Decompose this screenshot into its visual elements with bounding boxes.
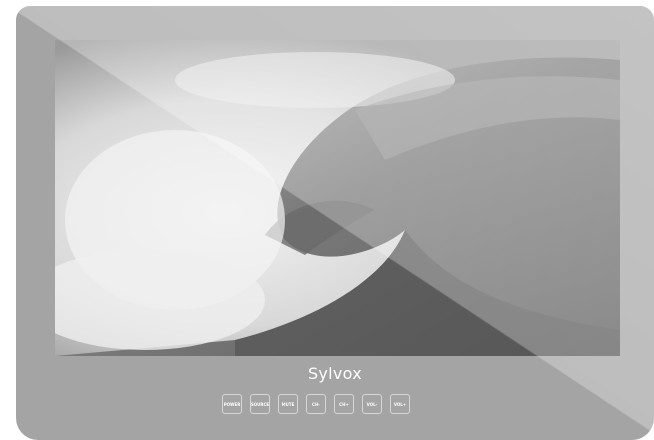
tv-screen xyxy=(55,40,620,356)
brand-logo: Sylvox xyxy=(307,364,363,383)
source-button[interactable]: SOURCE xyxy=(250,394,270,414)
volume-down-button[interactable]: VOL- xyxy=(362,394,382,414)
channel-down-button[interactable]: CH- xyxy=(306,394,326,414)
control-button-row: POWER SOURCE MUTE CH- CH+ VOL- VOL+ xyxy=(222,394,410,414)
ocean-wave-image xyxy=(55,40,620,356)
tv-frame: Sylvox xyxy=(16,6,654,440)
channel-up-button[interactable]: CH+ xyxy=(334,394,354,414)
power-button[interactable]: POWER xyxy=(222,394,242,414)
mute-button[interactable]: MUTE xyxy=(278,394,298,414)
volume-up-button[interactable]: VOL+ xyxy=(390,394,410,414)
